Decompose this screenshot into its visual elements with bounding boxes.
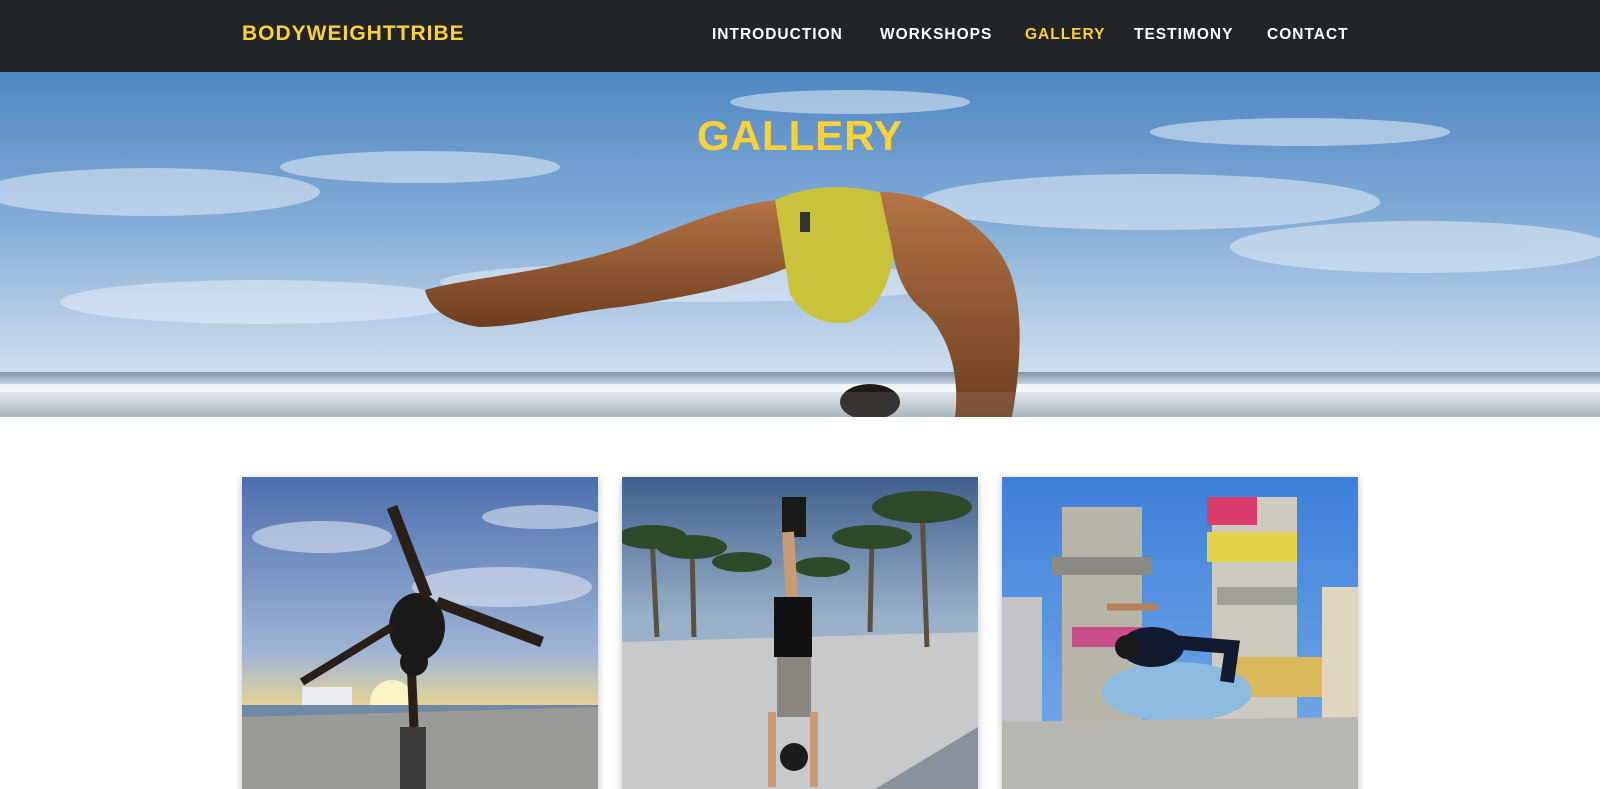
gallery-photo-2[interactable] [622,477,978,789]
gallery-image-flip-towers [1002,477,1358,789]
hero-banner: GALLERY [0,72,1600,417]
page-title: GALLERY [696,112,904,159]
nav-link-workshops[interactable]: WORKSHOPS [880,26,992,44]
gallery-image-handstand-sunset [242,477,598,789]
nav-link-contact[interactable]: CONTACT [1267,26,1349,44]
nav-link-gallery[interactable]: GALLERY [1025,26,1105,44]
top-navbar: BODYWEIGHTTRIBE INTRODUCTION WORKSHOPS G… [0,0,1600,72]
gallery-image-handstand-palms [622,477,978,789]
gallery-photo-1[interactable] [242,477,598,789]
nav-link-testimony[interactable]: TESTIMONY [1134,26,1233,44]
gallery-photo-3[interactable] [1002,477,1358,789]
nav-link-introduction[interactable]: INTRODUCTION [712,26,843,44]
brand-logo-link[interactable]: BODYWEIGHTTRIBE [242,22,465,46]
